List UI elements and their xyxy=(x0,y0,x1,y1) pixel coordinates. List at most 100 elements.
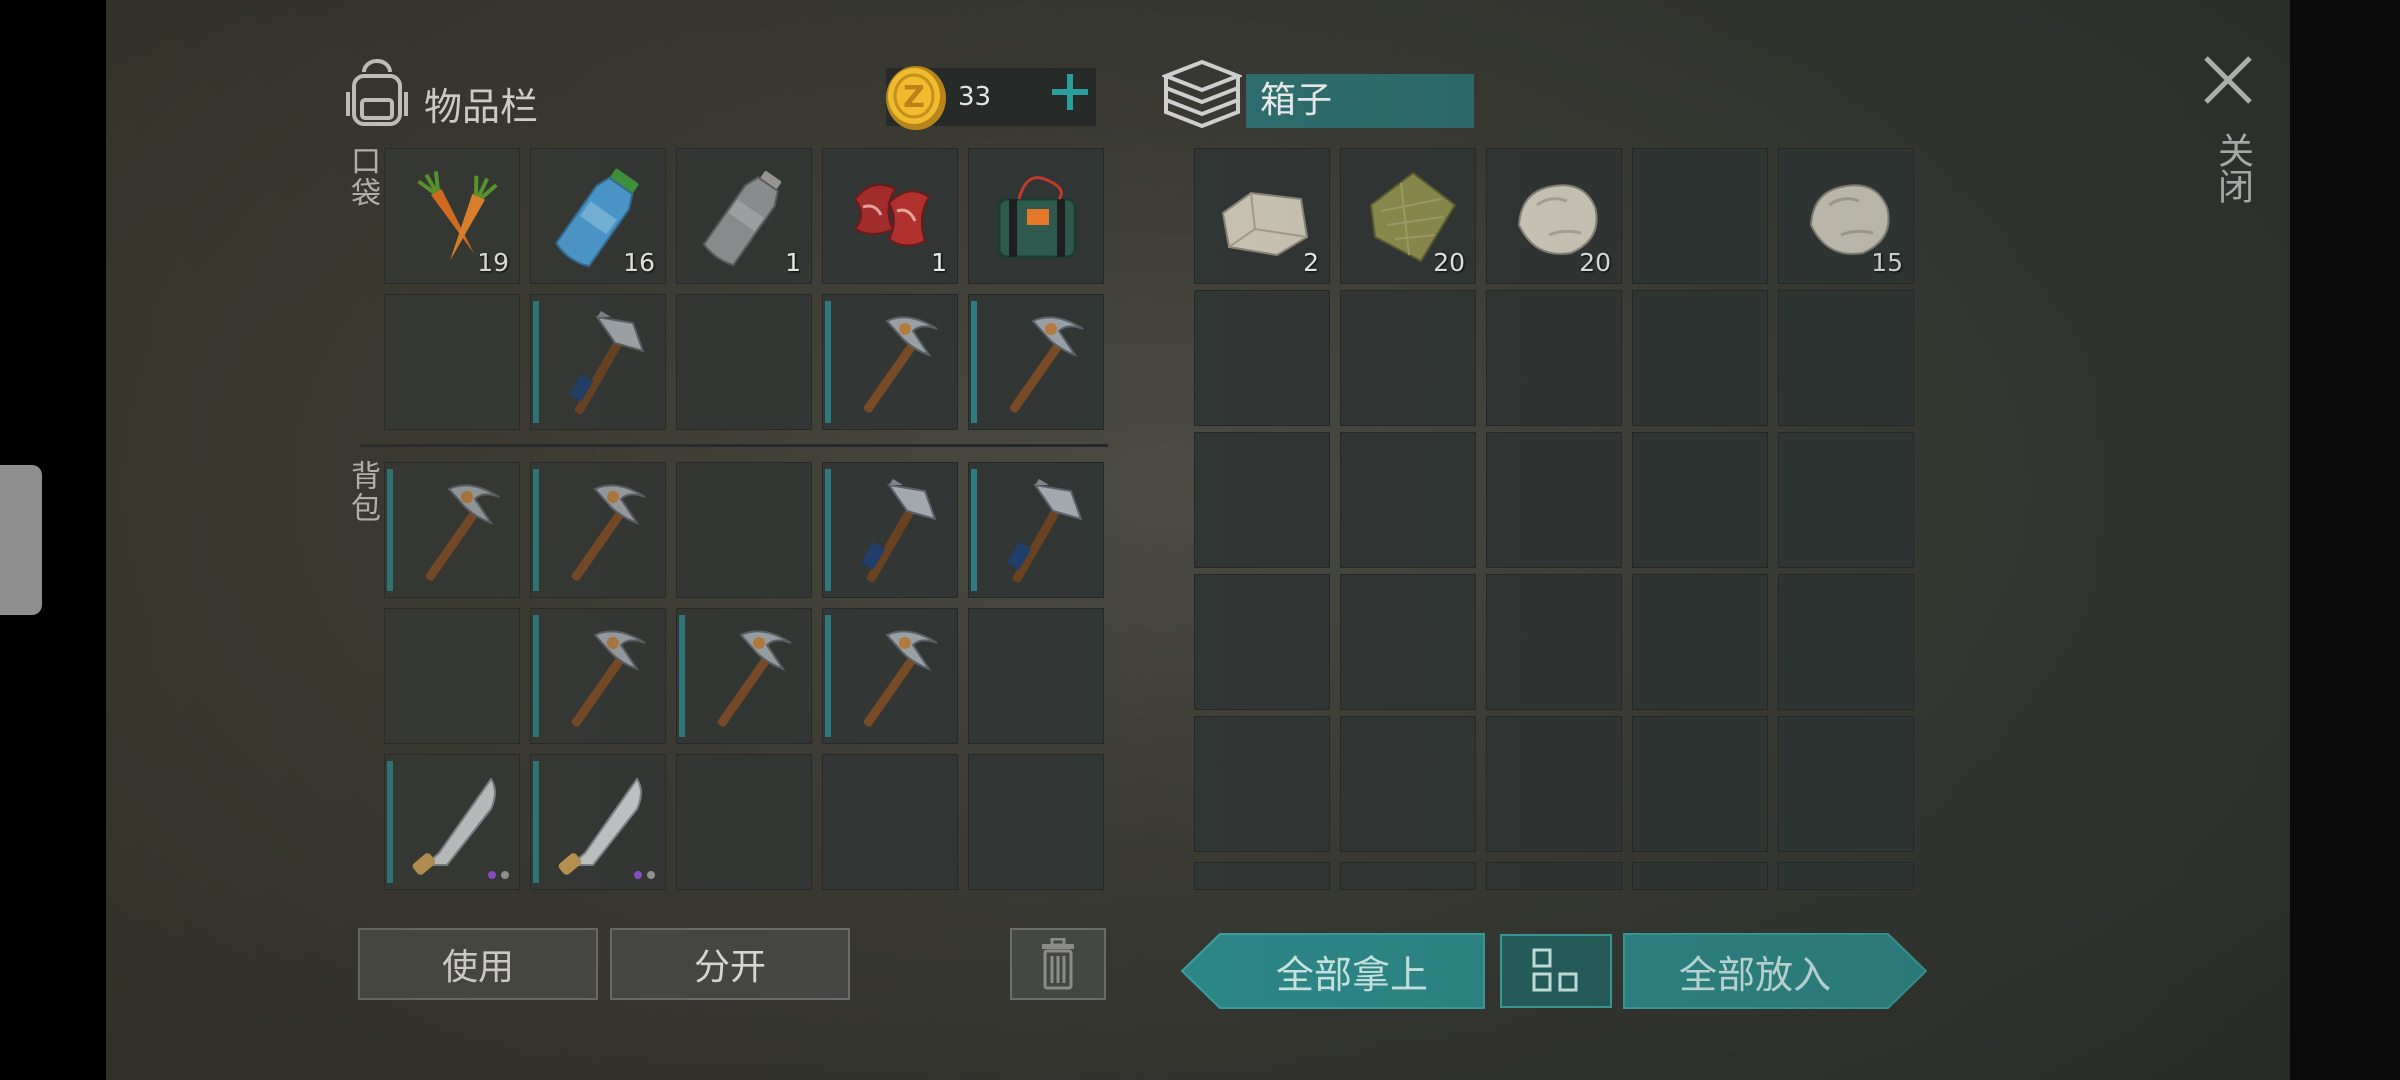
box.items-slot[interactable] xyxy=(1632,290,1768,426)
item-count: 20 xyxy=(1579,248,1611,277)
pickaxe-icon xyxy=(717,630,792,727)
backpack-icon xyxy=(346,58,408,128)
split-button[interactable]: 分开 xyxy=(610,928,850,1000)
screen-edge xyxy=(2290,0,2400,1080)
item-count: 2 xyxy=(1303,248,1319,277)
box.items-slot[interactable] xyxy=(1486,862,1622,890)
inventory.backpack_items-slot[interactable] xyxy=(822,608,958,744)
put-all-button[interactable]: 全部放入 xyxy=(1622,932,1928,1010)
sort-button[interactable] xyxy=(1500,934,1612,1008)
inventory.backpack_items-slot[interactable] xyxy=(384,754,520,890)
box.items-slot[interactable] xyxy=(1632,148,1768,284)
box.items-slot[interactable] xyxy=(1778,432,1914,568)
inventory.backpack_items-slot[interactable] xyxy=(530,754,666,890)
box.items-slot[interactable] xyxy=(1194,432,1330,568)
box.items-slot[interactable] xyxy=(1340,432,1476,568)
inventory.backpack_items-slot[interactable] xyxy=(676,462,812,598)
box.items-slot[interactable] xyxy=(1486,574,1622,710)
box-stack-icon xyxy=(1160,58,1244,134)
box.items-slot[interactable] xyxy=(1340,574,1476,710)
box.items-slot[interactable] xyxy=(1778,290,1914,426)
close-label[interactable]: 关闭 xyxy=(2206,132,2258,204)
box.items-slot[interactable] xyxy=(1632,862,1768,890)
close-icon xyxy=(2204,56,2252,104)
box.items-slot[interactable] xyxy=(1486,716,1622,852)
svg-text:Z: Z xyxy=(903,80,925,115)
put-all-label: 全部放入 xyxy=(1678,952,1831,997)
box.items-slot[interactable]: 20 xyxy=(1486,148,1622,284)
inventory.pocket_items-slot[interactable]: 16 xyxy=(530,148,666,284)
box.items-slot[interactable] xyxy=(1194,290,1330,426)
inventory.backpack_items-slot[interactable] xyxy=(968,754,1104,890)
box.items-slot[interactable] xyxy=(1194,574,1330,710)
inventory.pocket_items-slot[interactable] xyxy=(676,294,812,430)
inventory.backpack_items-slot[interactable] xyxy=(530,462,666,598)
inventory.pocket_items-slot[interactable] xyxy=(822,294,958,430)
machete-icon xyxy=(412,777,496,875)
use-button[interactable]: 使用 xyxy=(358,928,598,1000)
box-name-field[interactable]: 箱子 xyxy=(1246,74,1474,128)
inventory.backpack_items-slot[interactable] xyxy=(968,462,1104,598)
box.items-slot[interactable] xyxy=(1632,716,1768,852)
pickaxe-icon xyxy=(571,484,646,581)
box.items-slot[interactable] xyxy=(1340,290,1476,426)
inventory.pocket_items-slot[interactable] xyxy=(968,294,1104,430)
side-handle[interactable] xyxy=(0,465,42,615)
machete-icon xyxy=(558,777,642,875)
pickaxe-icon xyxy=(863,316,938,413)
item-count: 20 xyxy=(1433,248,1465,277)
box.items-slot[interactable] xyxy=(1194,716,1330,852)
box.items-slot[interactable] xyxy=(1632,574,1768,710)
box.items-slot[interactable]: 15 xyxy=(1778,148,1914,284)
box.items-slot[interactable] xyxy=(1632,432,1768,568)
hatchet-icon xyxy=(1007,479,1083,583)
inventory.backpack_items-slot[interactable] xyxy=(822,462,958,598)
pickaxe-icon xyxy=(863,630,938,727)
inventory.backpack_items-slot[interactable] xyxy=(530,608,666,744)
box.items-slot[interactable]: 20 xyxy=(1340,148,1476,284)
add-coins-plus-icon[interactable] xyxy=(1050,72,1090,116)
inventory.pocket_items-slot[interactable] xyxy=(384,294,520,430)
inventory-title: 物品栏 xyxy=(424,85,539,129)
quality-dots xyxy=(634,871,655,879)
game-screen: 物品栏 Z 33 口袋 背包 使用 分开 箱子 全部拿上 全部放入 关闭 19 … xyxy=(106,0,2290,1080)
box.items-slot[interactable] xyxy=(1194,862,1330,890)
box.items-slot[interactable] xyxy=(1778,574,1914,710)
explosive-icon xyxy=(997,176,1077,259)
item-count: 1 xyxy=(931,248,947,277)
hatchet-icon xyxy=(861,479,937,583)
inventory.pocket_items-slot[interactable]: 1 xyxy=(822,148,958,284)
quality-dots xyxy=(488,871,509,879)
inventory.backpack_items-slot[interactable] xyxy=(822,754,958,890)
box.items-slot[interactable] xyxy=(1778,862,1914,890)
inventory.backpack_items-slot[interactable] xyxy=(676,608,812,744)
close-button[interactable] xyxy=(2198,50,2258,110)
pickaxe-icon xyxy=(425,484,500,581)
inventory.pocket_items-slot[interactable]: 19 xyxy=(384,148,520,284)
inventory.backpack_items-slot[interactable] xyxy=(384,462,520,598)
box.items-slot[interactable] xyxy=(1486,290,1622,426)
box.items-slot[interactable]: 2 xyxy=(1194,148,1330,284)
box.items-slot[interactable] xyxy=(1778,716,1914,852)
trash-icon xyxy=(1042,938,1074,990)
inventory.pocket_items-slot[interactable] xyxy=(968,148,1104,284)
inventory.pocket_items-slot[interactable] xyxy=(530,294,666,430)
inventory.pocket_items-slot[interactable]: 1 xyxy=(676,148,812,284)
pocket-label: 口袋 xyxy=(345,145,380,209)
backpack-label: 背包 xyxy=(345,460,380,524)
pickaxe-icon xyxy=(571,630,646,727)
item-count: 1 xyxy=(785,248,801,277)
take-all-button[interactable]: 全部拿上 xyxy=(1180,932,1486,1010)
trash-button[interactable] xyxy=(1010,928,1106,1000)
box.items-slot[interactable] xyxy=(1486,432,1622,568)
hatchet-icon xyxy=(569,311,645,415)
sort-grid-icon xyxy=(1532,948,1578,992)
box.items-slot[interactable] xyxy=(1340,862,1476,890)
inventory.backpack_items-slot[interactable] xyxy=(676,754,812,890)
coin-icon: Z xyxy=(884,62,948,136)
take-all-label: 全部拿上 xyxy=(1275,952,1428,997)
box.items-slot[interactable] xyxy=(1340,716,1476,852)
inventory.backpack_items-slot[interactable] xyxy=(384,608,520,744)
item-count: 15 xyxy=(1871,248,1903,277)
inventory.backpack_items-slot[interactable] xyxy=(968,608,1104,744)
